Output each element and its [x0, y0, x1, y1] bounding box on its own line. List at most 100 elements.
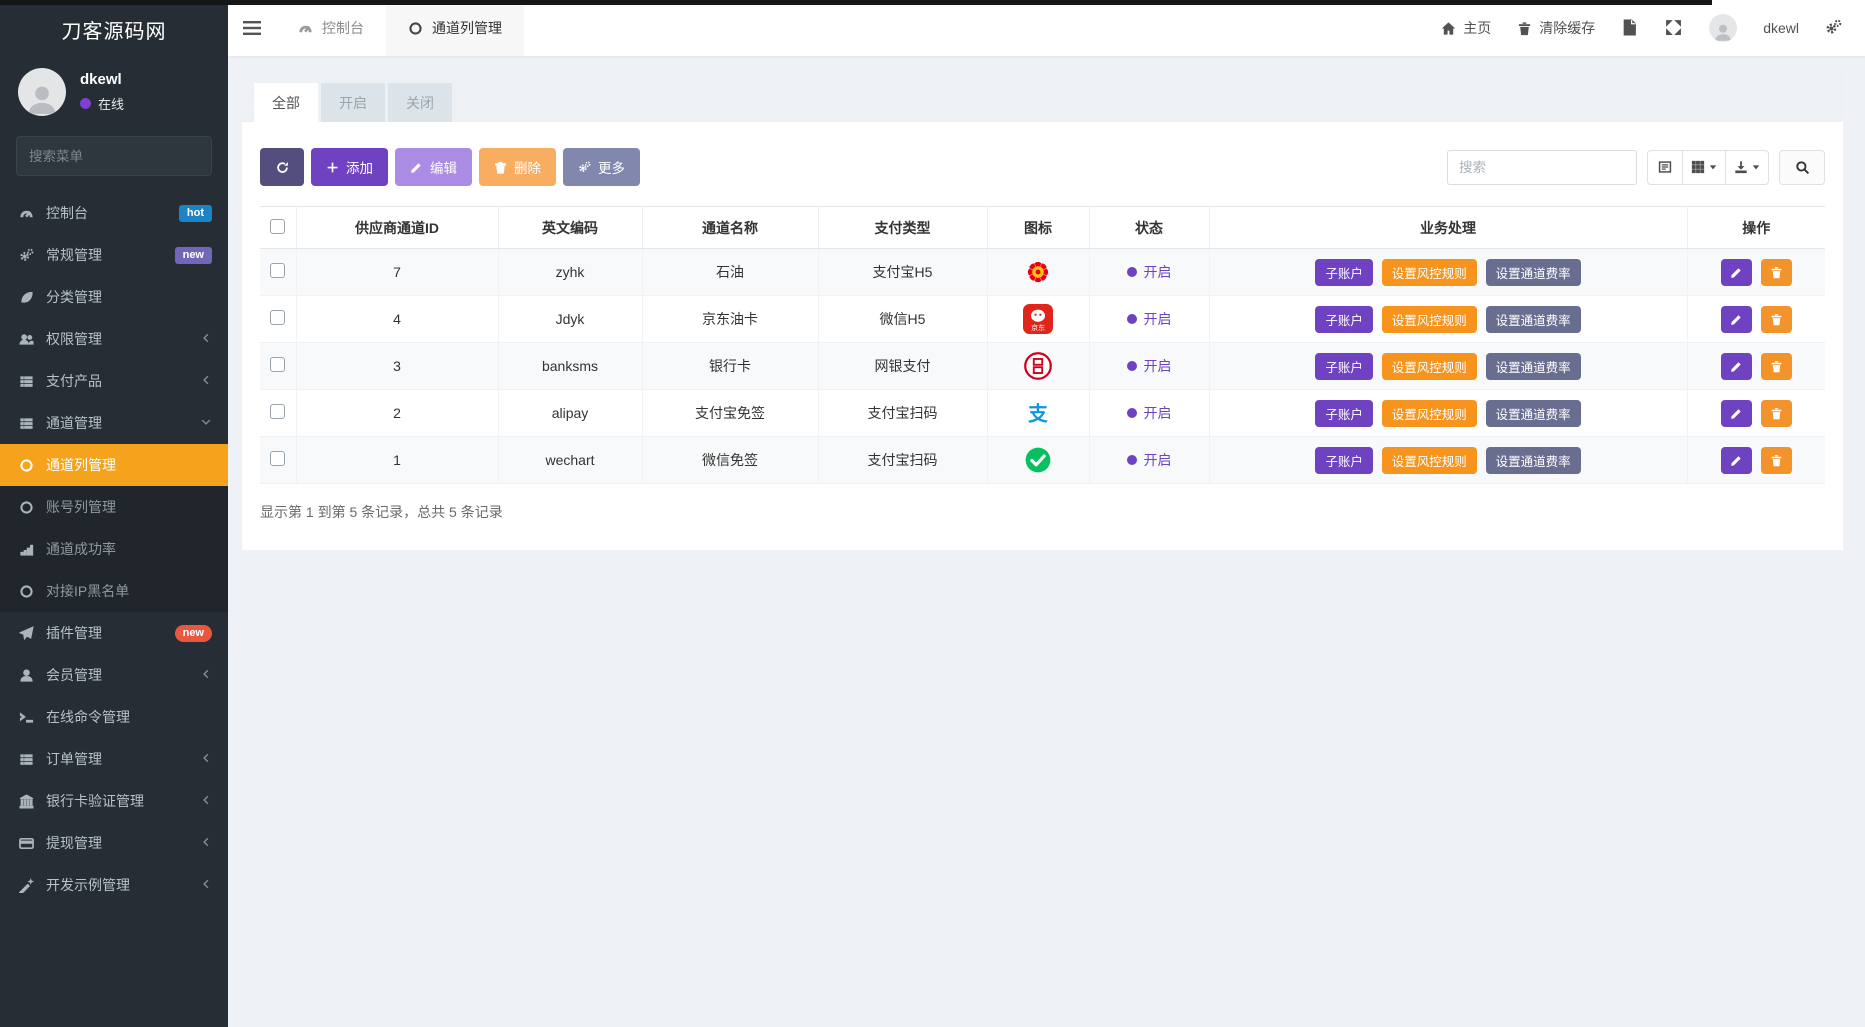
row-delete-button[interactable] [1760, 446, 1792, 474]
row-delete-button[interactable] [1760, 258, 1792, 286]
risk-rule-button[interactable]: 设置风控规则 [1381, 352, 1477, 380]
user-avatar[interactable] [18, 68, 66, 116]
trash-icon [494, 161, 507, 174]
row-checkbox[interactable] [270, 451, 286, 466]
risk-rule-button[interactable]: 设置风控规则 [1381, 305, 1477, 333]
magic-wand-icon [18, 877, 35, 894]
dashboard-icon [298, 21, 313, 36]
sidebar-item-orders[interactable]: 订单管理 [0, 738, 228, 780]
row-edit-button[interactable] [1720, 258, 1752, 286]
cell-name: 支付宝免签 [642, 389, 819, 437]
chevron-left-icon [200, 752, 212, 767]
row-edit-button[interactable] [1720, 399, 1752, 427]
home-link[interactable]: 主页 [1441, 18, 1491, 38]
pencil-icon [1730, 454, 1743, 467]
row-checkbox[interactable] [270, 357, 286, 372]
app-logo: 刀客源码网 [61, 20, 167, 43]
channel-rate-button[interactable]: 设置通道费率 [1485, 352, 1581, 380]
chevron-left-icon [200, 836, 212, 851]
channel-rate-button[interactable]: 设置通道费率 [1485, 305, 1581, 333]
trash-icon [1770, 266, 1783, 279]
risk-rule-button[interactable]: 设置风控规则 [1381, 258, 1477, 286]
columns-button[interactable] [1682, 149, 1726, 185]
settings-button[interactable] [1825, 19, 1843, 37]
detail-view-button[interactable] [1647, 149, 1683, 185]
row-edit-button[interactable] [1720, 305, 1752, 333]
refresh-button[interactable] [260, 148, 304, 186]
select-all-checkbox[interactable] [270, 218, 286, 234]
gear-icon [578, 161, 591, 174]
sub-account-button[interactable]: 子账户 [1315, 352, 1373, 380]
status-badge: 开启 [1126, 450, 1172, 470]
view-button-group [1647, 149, 1769, 185]
channel-rate-button[interactable]: 设置通道费率 [1485, 258, 1581, 286]
delete-button[interactable]: 删除 [479, 148, 556, 186]
sidebar-item-category[interactable]: 分类管理 [0, 276, 228, 318]
sidebar-item-members[interactable]: 会员管理 [0, 654, 228, 696]
language-button[interactable] [1621, 19, 1639, 37]
sidebar-item-ip-blacklist[interactable]: 对接IP黑名单 [0, 570, 228, 612]
home-icon [1441, 21, 1456, 36]
cell-name: 石油 [642, 248, 819, 296]
users-icon [18, 331, 35, 348]
row-edit-button[interactable] [1720, 352, 1752, 380]
sidebar-toggle-button[interactable] [228, 0, 276, 56]
columns-grid-icon [1691, 160, 1705, 174]
sidebar-item-bankcard-verify[interactable]: 银行卡验证管理 [0, 780, 228, 822]
col-header-paytype: 支付类型 [818, 206, 988, 249]
fullscreen-button[interactable] [1665, 19, 1683, 37]
sidebar-item-plugins[interactable]: 插件管理 new [0, 612, 228, 654]
navbar-avatar[interactable] [1709, 14, 1738, 42]
row-checkbox[interactable] [270, 404, 286, 419]
tab-closed[interactable]: 关闭 [388, 83, 452, 122]
add-button[interactable]: 添加 [311, 148, 388, 186]
row-delete-button[interactable] [1760, 399, 1792, 427]
sub-account-button[interactable]: 子账户 [1315, 305, 1373, 333]
sidebar-item-channel-list[interactable]: 通道列管理 [0, 444, 228, 486]
sidebar-item-pay-product[interactable]: 支付产品 [0, 360, 228, 402]
clear-cache-link[interactable]: 清除缓存 [1517, 18, 1595, 38]
table-search-input[interactable] [1447, 149, 1637, 185]
sub-account-button[interactable]: 子账户 [1315, 258, 1373, 286]
channel-rate-button[interactable]: 设置通道费率 [1485, 399, 1581, 427]
search-submit-button[interactable] [1779, 149, 1825, 185]
row-delete-button[interactable] [1760, 352, 1792, 380]
channel-rate-button[interactable]: 设置通道费率 [1485, 446, 1581, 474]
sub-account-button[interactable]: 子账户 [1315, 399, 1373, 427]
top-loading-strip [0, 0, 1712, 5]
menu-search-input[interactable] [29, 148, 206, 164]
channel-submenu: 通道列管理 账号列管理 通道成功率 对接IP黑名单 [0, 444, 228, 612]
sidebar-item-online-command[interactable]: 在线命令管理 [0, 696, 228, 738]
sidebar-item-account-list[interactable]: 账号列管理 [0, 486, 228, 528]
sidebar-item-dev-examples[interactable]: 开发示例管理 [0, 864, 228, 906]
row-checkbox[interactable] [270, 263, 286, 278]
row-checkbox[interactable] [270, 310, 286, 325]
new-badge: new [174, 624, 212, 642]
sidebar-item-permission[interactable]: 权限管理 [0, 318, 228, 360]
panel-body: 添加 编辑 删除 更多 搜索 供应商通道ID 英文编码 通道名称 支付类型 图标… [242, 122, 1843, 550]
tab-console[interactable]: 控制台 [276, 0, 386, 56]
edit-button[interactable]: 编辑 [395, 148, 472, 186]
risk-rule-button[interactable]: 设置风控规则 [1381, 446, 1477, 474]
sidebar-item-withdraw[interactable]: 提现管理 [0, 822, 228, 864]
row-delete-button[interactable] [1760, 305, 1792, 333]
tab-all[interactable]: 全部 [254, 83, 318, 122]
export-button[interactable] [1725, 149, 1769, 185]
risk-rule-button[interactable]: 设置风控规则 [1381, 399, 1477, 427]
tab-open[interactable]: 开启 [321, 83, 385, 122]
panel-tabs: 全部 开启 关闭 [242, 67, 1843, 122]
cell-paytype: 支付宝扫码 [818, 436, 988, 484]
tab-channel-list[interactable]: 通道列管理 [386, 0, 524, 56]
sub-account-button[interactable]: 子账户 [1315, 446, 1373, 474]
navbar-username[interactable]: dkewl [1763, 20, 1799, 36]
more-button[interactable]: 更多 [563, 148, 640, 186]
sidebar-item-general[interactable]: 常规管理 new [0, 234, 228, 276]
export-icon [1734, 160, 1748, 174]
sidebar-item-success-rate[interactable]: 通道成功率 [0, 528, 228, 570]
cell-paytype: 支付宝扫码 [818, 389, 988, 437]
row-edit-button[interactable] [1720, 446, 1752, 474]
table-summary: 显示第 1 到第 5 条记录，总共 5 条记录 [260, 504, 503, 520]
sidebar-item-channel-mgmt[interactable]: 通道管理 [0, 402, 228, 444]
gears-icon [18, 247, 35, 264]
sidebar-item-console[interactable]: 控制台 hot [0, 192, 228, 234]
